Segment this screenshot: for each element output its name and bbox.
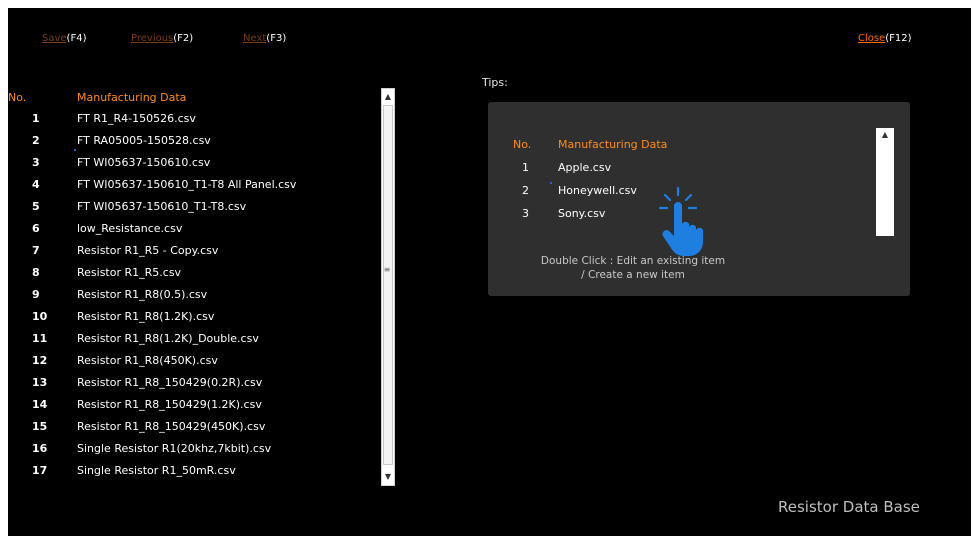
- list-item-no: 9: [32, 288, 40, 301]
- cursor-dot: [74, 149, 76, 151]
- list-item[interactable]: 15 Resistor R1_R8_150429(450K).csv: [8, 420, 378, 441]
- list-item[interactable]: 9 Resistor R1_R8(0.5).csv: [8, 288, 378, 309]
- previous-key: (F2): [173, 33, 194, 44]
- list-item-name: Resistor R1_R5.csv: [77, 266, 182, 279]
- tips-row-no: 2: [522, 184, 529, 197]
- list-item-no: 16: [32, 442, 48, 455]
- list-item-no: 1: [32, 112, 40, 125]
- list-item-no: 15: [32, 420, 48, 433]
- list-item[interactable]: 17 Single Resistor R1_50mR.csv: [8, 464, 378, 485]
- list-item-name: low_Resistance.csv: [77, 222, 183, 235]
- list-item-name: Resistor R1_R8(1.2K).csv: [77, 310, 215, 323]
- scroll-up-icon: ▲: [881, 130, 889, 139]
- list-item-name: FT WI05637-150610_T1-T8.csv: [77, 200, 247, 213]
- list-item-no: 13: [32, 376, 48, 389]
- list-item[interactable]: 14 Resistor R1_R8_150429(1.2K).csv: [8, 398, 378, 419]
- list-item[interactable]: 13 Resistor R1_R8_150429(0.2R).csv: [8, 376, 378, 397]
- previous-button[interactable]: Previous(F2): [131, 33, 193, 44]
- tips-row-no: 1: [522, 161, 529, 174]
- manufacturing-data-list[interactable]: No. Manufacturing Data 1 FT R1_R4-150526.…: [8, 83, 398, 478]
- tips-note-line1: Double Click : Edit an existing item: [540, 255, 726, 267]
- list-scrollbar[interactable]: ▲ ≡ ▼: [381, 88, 395, 486]
- list-item[interactable]: 6 low_Resistance.csv: [8, 222, 378, 243]
- list-item-name: Resistor R1_R5 - Copy.csv: [77, 244, 219, 257]
- list-item-name: FT WI05637-150610.csv: [77, 156, 211, 169]
- list-item-no: 12: [32, 354, 48, 367]
- list-item[interactable]: 2 FT RA05005-150528.csv: [8, 134, 378, 155]
- next-button[interactable]: Next(F3): [243, 33, 286, 44]
- save-label: Save: [42, 33, 67, 44]
- scroll-up-icon[interactable]: ▲: [382, 90, 394, 104]
- close-button[interactable]: Close(F12): [858, 33, 912, 44]
- list-item[interactable]: 8 Resistor R1_R5.csv: [8, 266, 378, 287]
- save-key: (F4): [66, 33, 87, 44]
- list-item-name: Single Resistor R1(20khz,7kbit).csv: [77, 442, 272, 455]
- list-item-no: 14: [32, 398, 48, 411]
- list-item-no: 8: [32, 266, 40, 279]
- previous-label: Previous: [131, 33, 174, 44]
- list-item-no: 3: [32, 156, 40, 169]
- next-key: (F3): [266, 33, 287, 44]
- list-item[interactable]: 5 FT WI05637-150610_T1-T8.csv: [8, 200, 378, 221]
- tips-note-line2: / Create a new item: [581, 269, 685, 281]
- list-item-name: FT RA05005-150528.csv: [77, 134, 211, 147]
- scroll-down-icon[interactable]: ▼: [382, 470, 394, 484]
- close-key: (F12): [885, 33, 912, 44]
- list-item-name: FT WI05637-150610_T1-T8 All Panel.csv: [77, 178, 297, 191]
- tap-hand-icon: [658, 186, 703, 256]
- grip-icon: ≡: [383, 265, 391, 274]
- list-item-name: Resistor R1_R8_150429(450K).csv: [77, 420, 266, 433]
- app-brand: Resistor Data Base: [778, 498, 920, 516]
- list-item-no: 4: [32, 178, 40, 191]
- list-item-name: Resistor R1_R8(0.5).csv: [77, 288, 208, 301]
- list-item-name: Resistor R1_R8_150429(1.2K).csv: [77, 398, 262, 411]
- tips-panel: No. Manufacturing Data 1 Apple.csv 2 Hon…: [488, 102, 910, 296]
- save-button[interactable]: Save(F4): [42, 33, 86, 44]
- list-item[interactable]: 1 FT R1_R4-150526.csv: [8, 112, 378, 133]
- list-item[interactable]: 4 FT WI05637-150610_T1-T8 All Panel.csv: [8, 178, 378, 199]
- close-label: Close: [858, 33, 886, 44]
- scrollbar-thumb[interactable]: [383, 105, 393, 465]
- list-item-name: Single Resistor R1_50mR.csv: [77, 464, 236, 477]
- list-header-name: Manufacturing Data: [77, 91, 187, 104]
- tips-header-no: No.: [513, 138, 532, 151]
- list-item-no: 7: [32, 244, 40, 257]
- list-item[interactable]: 10 Resistor R1_R8(1.2K).csv: [8, 310, 378, 331]
- tips-row-name: Apple.csv: [558, 161, 612, 174]
- tips-row-no: 3: [522, 207, 529, 220]
- list-item[interactable]: 3 FT WI05637-150610.csv: [8, 156, 378, 177]
- tips-scrollbar: ▲: [876, 128, 894, 236]
- tips-row-name: Sony.csv: [558, 207, 606, 220]
- list-item-no: 2: [32, 134, 40, 147]
- list-item[interactable]: 16 Single Resistor R1(20khz,7kbit).csv: [8, 442, 378, 463]
- tips-header-name: Manufacturing Data: [558, 138, 668, 151]
- list-item-name: Resistor R1_R8(450K).csv: [77, 354, 218, 367]
- tips-row-name: Honeywell.csv: [558, 184, 637, 197]
- list-item[interactable]: 7 Resistor R1_R5 - Copy.csv: [8, 244, 378, 265]
- list-item[interactable]: 11 Resistor R1_R8(1.2K)_Double.csv: [8, 332, 378, 353]
- list-header-no: No.: [8, 91, 27, 104]
- list-item-name: Resistor R1_R8(1.2K)_Double.csv: [77, 332, 259, 345]
- list-item-no: 10: [32, 310, 48, 323]
- app-window: Save(F4) Previous(F2) Next(F3) Close(F12…: [8, 8, 971, 536]
- cursor-dot: [550, 182, 552, 184]
- list-item-no: 11: [32, 332, 48, 345]
- list-item-no: 6: [32, 222, 40, 235]
- next-label: Next: [243, 33, 267, 44]
- tips-label: Tips:: [482, 76, 508, 89]
- list-item-no: 17: [32, 464, 48, 477]
- list-item[interactable]: 12 Resistor R1_R8(450K).csv: [8, 354, 378, 375]
- list-item-name: FT R1_R4-150526.csv: [77, 112, 196, 125]
- list-item-name: Resistor R1_R8_150429(0.2R).csv: [77, 376, 263, 389]
- list-item-no: 5: [32, 200, 40, 213]
